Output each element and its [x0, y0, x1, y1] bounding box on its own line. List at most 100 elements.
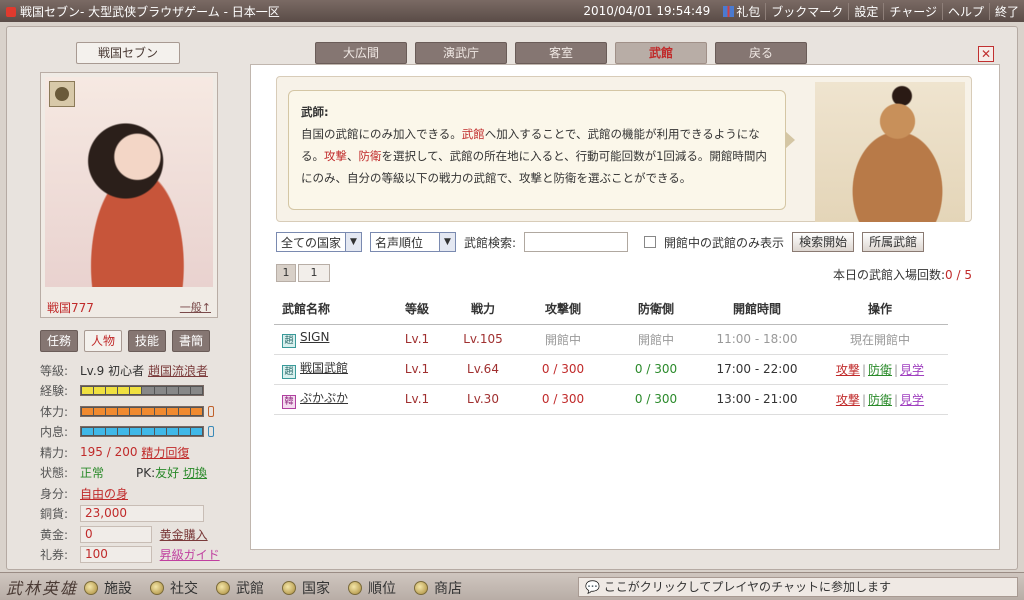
menu-bookmark[interactable]: ブックマーク: [765, 2, 848, 20]
filter-bar: 全ての国家 ▼ 名声順位 ▼ 武館検索: 開館中の武館のみ表示 検索開始 所属武館: [276, 232, 925, 252]
gold-value: 0: [80, 525, 152, 543]
dojo-search-input[interactable]: [524, 232, 629, 252]
sort-select-value: 名声順位: [375, 235, 424, 250]
menu-gift[interactable]: 礼包: [718, 3, 765, 20]
defend-link[interactable]: 防衛: [868, 393, 892, 407]
nav-facilities[interactable]: 施設: [84, 578, 132, 598]
close-button[interactable]: ✕: [978, 46, 994, 62]
dojo-name-link[interactable]: SIGN: [300, 330, 329, 344]
chat-icon: 💬: [585, 580, 600, 594]
game-logo: 武林英雄: [6, 579, 79, 598]
npc-speech-bubble: 武師: 自国の武館にのみ加入できる。武館へ加入することで、武館の機能が利用できる…: [288, 90, 795, 210]
tab-skills[interactable]: 技能: [128, 330, 166, 352]
tab-back[interactable]: 戻る: [715, 42, 807, 64]
watch-link[interactable]: 見学: [900, 393, 924, 407]
dojo-level: Lv.1: [384, 354, 450, 385]
main-tabs: 大広間 演武庁 客室 武館 戻る: [315, 42, 807, 64]
chat-input[interactable]: 💬 ここがクリックしてプレイヤのチャットに参加します: [578, 577, 1018, 597]
menu-charge[interactable]: チャージ: [883, 2, 942, 20]
mp-potion-icon[interactable]: [208, 426, 214, 438]
status-label: 状態:: [40, 466, 69, 481]
nav-country[interactable]: 国家: [282, 578, 330, 598]
dojo-level: Lv.1: [384, 324, 450, 355]
level-guide-link[interactable]: 昇級ガイド: [160, 546, 220, 563]
attack-link[interactable]: 攻撃: [836, 363, 860, 377]
faction-link[interactable]: 趙国流浪者: [148, 362, 208, 379]
hp-bar: [80, 405, 204, 417]
country-select-value: 全ての国家: [281, 235, 342, 250]
tab-dojo[interactable]: 武館: [615, 42, 707, 64]
tab-great-hall[interactable]: 大広間: [315, 42, 407, 64]
window-title-bar: 戦国セブン- 大型武侠ブラウザゲーム - 日本一区 2010/04/01 19:…: [0, 0, 1024, 22]
info-line-1: 自国の武館にのみ加入できる。武館へ加入することで、武館の機能が利用できるようにな: [301, 127, 760, 141]
buy-gold-link[interactable]: 黄金購入: [160, 526, 208, 543]
defend-link[interactable]: 防衛: [868, 363, 892, 377]
character-portrait: 戦国777 一般↑: [40, 72, 218, 318]
hp-potion-icon[interactable]: [208, 405, 214, 417]
nav-social[interactable]: 社交: [150, 578, 198, 598]
open-only-checkbox[interactable]: [644, 236, 657, 248]
tab-letters[interactable]: 書簡: [172, 330, 210, 352]
coin-icon: [216, 581, 230, 595]
country-icon: 趙: [282, 365, 296, 379]
nav-shop[interactable]: 商店: [414, 578, 462, 598]
npc-title: 武師:: [301, 105, 329, 119]
identity-label: 身分:: [40, 486, 69, 501]
mp-label: 内息:: [40, 425, 69, 440]
menu-exit[interactable]: 終了: [988, 2, 1024, 20]
tab-quest[interactable]: 任務: [40, 330, 78, 352]
character-stats: 等級: Lv.9 初心者 趙国流浪者 経験: 体力: 内息: 精力: 195 / 2…: [40, 360, 224, 565]
own-dojo-button[interactable]: 所属武館: [862, 232, 925, 252]
game-name-label: 戦国セブン: [76, 42, 180, 64]
gold-label: 黄金:: [40, 527, 69, 542]
country-select[interactable]: 全ての国家 ▼: [276, 232, 362, 252]
country-icon: 趙: [282, 334, 296, 348]
dojo-table: 武館名称 等級 戦力 攻撃側 防衛側 開館時間 操作 趙 SIGN Lv.1 Lv…: [274, 294, 948, 415]
coin-icon: [84, 581, 98, 595]
energy-recover-link[interactable]: 精力回復: [141, 444, 189, 461]
sort-select[interactable]: 名声順位 ▼: [370, 232, 456, 252]
coin-icon: [348, 581, 362, 595]
exp-bar: [80, 385, 204, 397]
watch-link[interactable]: 見学: [900, 363, 924, 377]
player-name: 戦国777: [47, 301, 94, 315]
nav-ranking[interactable]: 順位: [348, 578, 396, 598]
chat-placeholder: ここがクリックしてプレイヤのチャットに参加します: [603, 580, 891, 594]
page-current[interactable]: 1: [276, 264, 296, 282]
tab-character[interactable]: 人物: [84, 330, 122, 352]
table-row: 韓ぷかぷか Lv.1 Lv.30 0 / 300 0 / 300 13:00 -…: [274, 384, 948, 415]
attack-link[interactable]: 攻撃: [836, 393, 860, 407]
top-menu: 礼包 ブックマーク 設定 チャージ ヘルプ 終了: [718, 2, 1024, 20]
search-label: 武館検索:: [464, 235, 517, 250]
tab-guest-room[interactable]: 客室: [515, 42, 607, 64]
table-row: 趙 SIGN Lv.1 Lv.105 開館中 開館中 11:00 - 18:00 …: [274, 324, 948, 355]
col-hours: 開館時間: [702, 294, 812, 325]
dojo-name-link[interactable]: 戦国武館: [300, 361, 348, 375]
page-total[interactable]: 1: [298, 264, 330, 282]
menu-help[interactable]: ヘルプ: [941, 2, 989, 20]
profile-panel: 戦国セブン 戦国777 一般↑ 任務 人物 技能 書簡 等級: Lv.9 初心者 …: [28, 40, 224, 564]
nav-dojo[interactable]: 武館: [216, 578, 264, 598]
tab-training-hall[interactable]: 演武庁: [415, 42, 507, 64]
copper-value: 23,000: [80, 505, 204, 523]
identity-link[interactable]: 自由の身: [80, 485, 128, 502]
pagination: 1 1: [276, 264, 330, 282]
voucher-value: 100: [80, 546, 152, 564]
menu-settings[interactable]: 設定: [848, 2, 883, 20]
dojo-defense: 開館中: [610, 324, 702, 355]
energy-label: 精力:: [40, 445, 69, 460]
dojo-actions: 攻撃 | 防衛 | 見学: [812, 354, 948, 385]
exp-label: 経験:: [40, 384, 69, 399]
npc-master-image: [815, 82, 965, 222]
copper-label: 銅貨:: [40, 507, 69, 522]
character-image: [45, 77, 213, 287]
pk-switch-link[interactable]: 切換: [183, 464, 207, 481]
search-button[interactable]: 検索開始: [792, 232, 855, 252]
dojo-name-link[interactable]: ぷかぷか: [300, 391, 348, 405]
rank-link[interactable]: 一般↑: [180, 299, 211, 315]
profile-tabs: 任務 人物 技能 書簡: [40, 330, 210, 352]
col-name: 武館名称: [274, 294, 384, 325]
dojo-hours: 13:00 - 21:00: [702, 384, 812, 415]
dojo-power: Lv.64: [450, 354, 516, 385]
open-only-label: 開館中の武館のみ表示: [664, 235, 785, 250]
